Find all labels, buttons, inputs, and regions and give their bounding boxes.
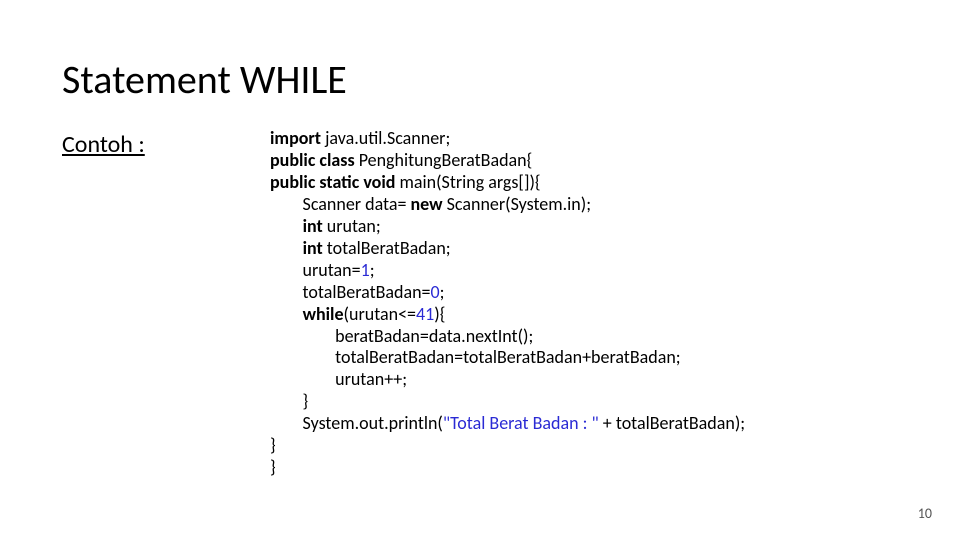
code-text: java.util.Scanner; <box>321 127 450 149</box>
code-block: import java.util.Scanner; public class P… <box>270 106 745 479</box>
page-title: Statement WHILE <box>62 55 347 104</box>
code-text: ; <box>370 259 375 281</box>
code-keyword: int <box>303 215 323 237</box>
code-text: totalBeratBadan=totalBeratBadan+beratBad… <box>270 346 681 368</box>
code-text: } <box>270 456 276 478</box>
code-text: + totalBeratBadan); <box>599 412 745 434</box>
code-text: main(String args[]){ <box>395 171 540 193</box>
code-number: 0 <box>431 281 440 303</box>
code-number: 1 <box>361 259 370 281</box>
code-text: PenghitungBeratBadan{ <box>355 149 533 171</box>
code-keyword: new <box>411 193 443 215</box>
code-keyword: import <box>270 127 321 149</box>
code-text <box>270 237 303 259</box>
code-keyword: public static void <box>270 171 395 193</box>
code-text: urutan; <box>323 215 381 237</box>
code-text: } <box>270 390 308 412</box>
code-keyword: while <box>303 303 344 325</box>
code-text: totalBeratBadan= <box>270 281 431 303</box>
code-text: System.out.println( <box>270 412 443 434</box>
code-text <box>270 303 303 325</box>
code-string: "Total Berat Badan : " <box>443 412 599 434</box>
code-text: Scanner data= <box>270 193 411 215</box>
code-text: urutan++; <box>270 368 407 390</box>
code-text: ){ <box>434 303 445 325</box>
page-number: 10 <box>918 505 932 522</box>
code-text: beratBadan=data.nextInt(); <box>270 325 533 347</box>
code-keyword: public class <box>270 149 355 171</box>
code-text: Scanner(System.in); <box>443 193 591 215</box>
example-label: Contoh : <box>62 130 145 159</box>
code-number: 41 <box>416 303 434 325</box>
code-text: ; <box>440 281 445 303</box>
slide: Statement WHILE Contoh : import java.uti… <box>0 0 960 540</box>
code-text: urutan= <box>270 259 361 281</box>
code-text: (urutan<= <box>344 303 416 325</box>
code-keyword: int <box>303 237 323 259</box>
code-text <box>270 215 303 237</box>
code-text: totalBeratBadan; <box>323 237 451 259</box>
code-text: } <box>270 434 276 456</box>
